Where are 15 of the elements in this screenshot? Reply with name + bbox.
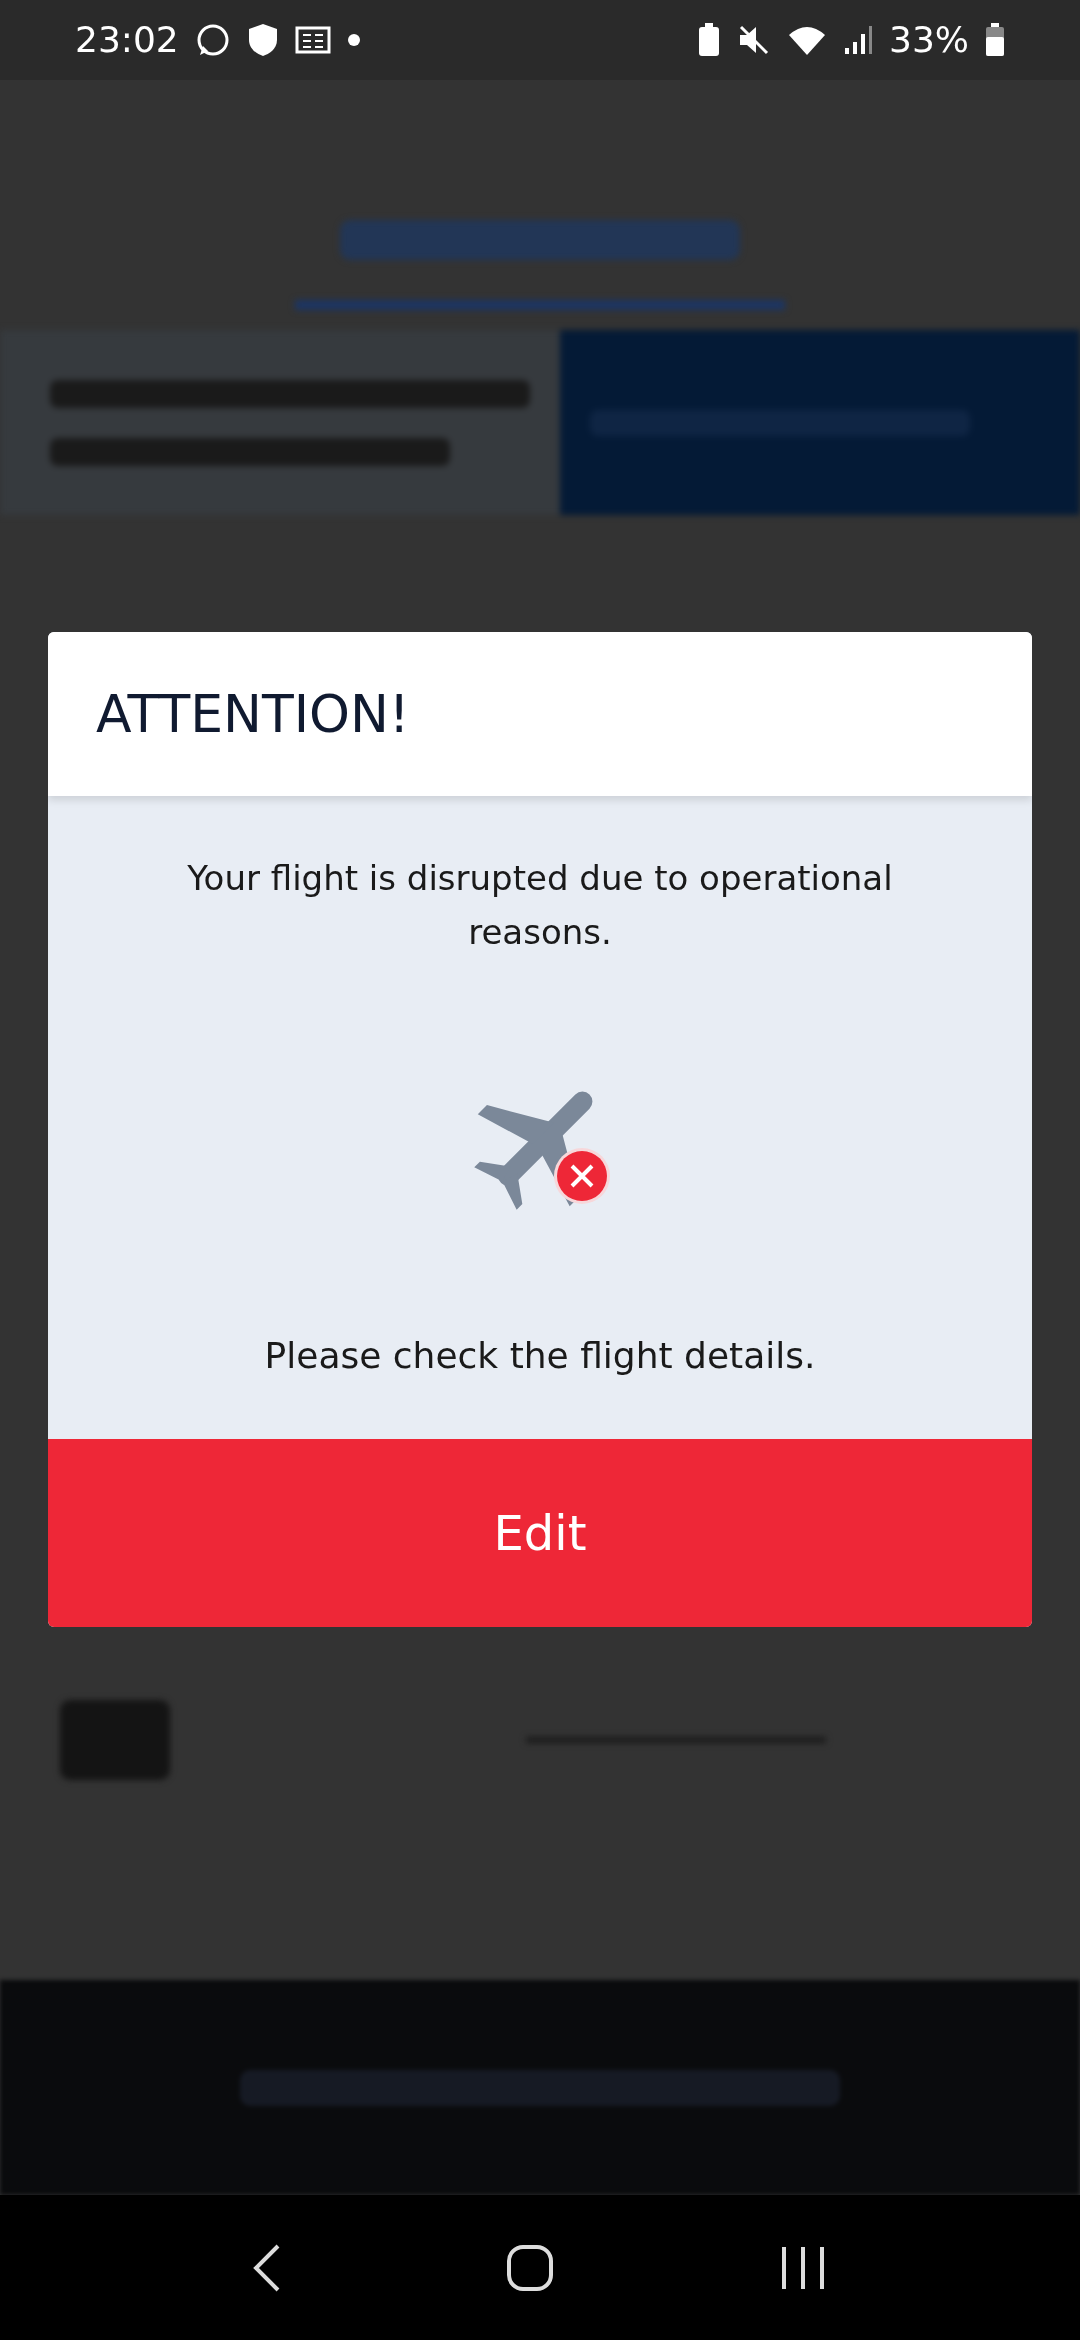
dialog-message: Your flight is disrupted due to operational reasons. xyxy=(186,857,894,954)
dialog-hint: Please check the flight details. xyxy=(264,1334,816,1378)
status-time: 23:02 xyxy=(75,18,179,62)
dialog-title: ATTENTION! xyxy=(96,683,410,746)
news-icon xyxy=(294,25,331,55)
shield-icon xyxy=(246,22,279,58)
battery-saver-icon xyxy=(697,22,721,58)
battery-percent: 33% xyxy=(889,18,969,62)
back-icon[interactable] xyxy=(251,2242,282,2293)
battery-icon xyxy=(985,23,1005,57)
home-icon[interactable] xyxy=(505,2242,555,2293)
dot-icon xyxy=(346,33,361,47)
signal-icon xyxy=(843,24,873,56)
mute-icon xyxy=(737,23,771,57)
edit-button[interactable]: Edit xyxy=(48,1439,1032,1627)
